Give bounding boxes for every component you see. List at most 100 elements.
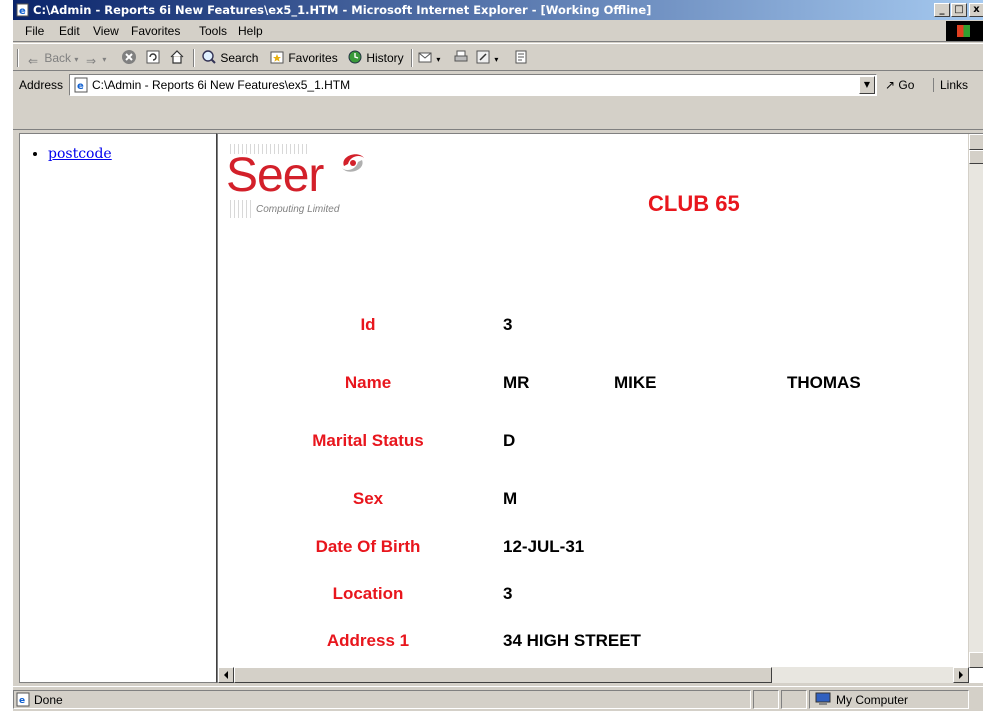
browser-window: e C:\Admin - Reports 6i New Features\ex5… (12, 0, 983, 711)
field-value-first-name: MIKE (614, 373, 657, 392)
forward-arrow-icon: ⇒ (85, 54, 97, 68)
links-button[interactable]: Links (933, 78, 968, 92)
field-label-id: Id (360, 315, 376, 334)
field-label-name: Name (344, 373, 392, 392)
vertical-scroll-thumb[interactable] (969, 150, 983, 164)
stop-icon (122, 50, 136, 64)
maximize-button[interactable]: □ (951, 3, 967, 17)
ie-page-icon: e (74, 77, 88, 93)
refresh-button[interactable] (145, 49, 161, 67)
window-title: C:\Admin - Reports 6i New Features\ex5_1… (33, 3, 652, 17)
history-button[interactable]: History (347, 49, 404, 67)
field-value-sex: M (503, 489, 518, 508)
report-title: CLUB 65 (648, 191, 740, 216)
forward-dropdown-icon[interactable]: ▾ (102, 55, 106, 64)
toolbar-separator (193, 49, 195, 67)
security-zone-pane: My Computer (809, 690, 969, 709)
toolbar-grip (17, 49, 19, 67)
field-label-date-of-birth: Date Of Birth (315, 537, 421, 556)
address-field[interactable]: e C:\Admin - Reports 6i New Features\ex5… (69, 74, 877, 96)
back-dropdown-icon[interactable]: ▾ (74, 55, 78, 64)
logo-decoration (230, 200, 252, 218)
status-text: Done (34, 693, 63, 707)
field-value-date-of-birth: 12-JUL-31 (503, 537, 585, 556)
seer-logo: Seer Computing Limited (226, 144, 386, 224)
windows-logo-icon (946, 21, 983, 41)
favorites-label: Favorites (288, 51, 338, 65)
link-list: postcode (20, 146, 216, 162)
favorites-button[interactable]: Favorites (269, 49, 338, 67)
minimize-button[interactable]: _ (934, 3, 950, 17)
horizontal-scroll-thumb[interactable] (234, 667, 772, 683)
edit-page-icon (476, 50, 490, 64)
scroll-down-button[interactable] (969, 652, 983, 668)
field-label-marital-status: Marital Status (312, 431, 424, 450)
menu-help[interactable]: Help (238, 24, 263, 38)
logo-swirl-icon (342, 154, 364, 172)
navigation-frame: postcode (19, 133, 217, 683)
search-label: Search (220, 51, 259, 65)
status-pane (753, 690, 779, 709)
back-button[interactable]: ⇐ Back ▾ (25, 49, 78, 68)
horizontal-scrollbar[interactable] (218, 667, 969, 683)
menu-view[interactable]: View (93, 24, 119, 38)
discuss-icon (515, 50, 527, 64)
toolbar-separator (411, 49, 413, 67)
address-input[interactable]: C:\Admin - Reports 6i New Features\ex5_1… (92, 78, 350, 92)
mail-dropdown-icon[interactable]: ▾ (436, 55, 440, 64)
postcode-link[interactable]: postcode (48, 146, 112, 162)
svg-text:e: e (19, 6, 26, 17)
menu-edit[interactable]: Edit (59, 24, 80, 38)
edit-button[interactable]: ▾ (475, 49, 498, 67)
title-bar[interactable]: e C:\Admin - Reports 6i New Features\ex5… (13, 0, 983, 20)
mail-icon (418, 52, 432, 63)
vertical-scrollbar[interactable] (968, 134, 983, 668)
discuss-button[interactable] (513, 49, 529, 67)
home-button[interactable] (169, 49, 185, 67)
menu-favorites[interactable]: Favorites (131, 24, 180, 38)
print-icon (454, 50, 468, 62)
print-button[interactable] (453, 49, 469, 67)
security-zone-label: My Computer (836, 693, 909, 707)
back-label: Back (44, 51, 72, 65)
ie-page-icon: e (16, 692, 30, 707)
field-label-address-1: Address 1 (326, 631, 410, 650)
right-arrow-icon (959, 671, 963, 679)
field-value-marital-status: D (503, 431, 516, 450)
go-label: Go (898, 78, 915, 92)
standard-toolbar: ⇐ Back ▾ ⇒ ▾ Search Favorites History ▾ … (13, 43, 983, 71)
list-item: postcode (48, 146, 216, 162)
field-value-address-1: 34 HIGH STREET (503, 631, 641, 650)
address-dropdown-icon[interactable]: ▼ (859, 76, 875, 94)
scroll-left-button[interactable] (218, 667, 234, 683)
report-frame: Seer Computing Limited CLUB 65 Id 3 Name… (217, 133, 983, 683)
left-arrow-icon (224, 671, 228, 679)
menu-file[interactable]: File (25, 24, 44, 38)
field-label-location: Location (332, 584, 404, 603)
scroll-right-button[interactable] (953, 667, 969, 683)
field-value-id: 3 (503, 315, 513, 334)
menu-tools[interactable]: Tools (199, 24, 227, 38)
logo-text: Seer (226, 149, 324, 202)
menu-bar: File Edit View Favorites Tools Help (13, 20, 983, 42)
computer-icon (815, 692, 831, 705)
edit-dropdown-icon[interactable]: ▾ (494, 55, 498, 64)
close-button[interactable]: x (969, 3, 983, 17)
home-icon (170, 50, 184, 64)
logo-subtitle: Computing Limited (256, 204, 340, 215)
history-label: History (366, 51, 404, 65)
search-button[interactable]: Search (201, 49, 258, 67)
forward-button[interactable]: ⇒ ▾ (83, 49, 106, 68)
field-value-title: MR (503, 373, 530, 392)
stop-button[interactable] (121, 49, 137, 67)
refresh-icon (146, 50, 160, 64)
go-button[interactable]: ↗ Go (885, 78, 914, 92)
back-arrow-icon: ⇐ (27, 54, 39, 68)
scroll-up-button[interactable] (969, 134, 983, 150)
search-icon (202, 50, 216, 64)
status-bar: e Done My Computer (13, 686, 983, 711)
status-main-pane: e Done (13, 690, 751, 709)
svg-text:e: e (77, 81, 84, 92)
content-area: postcode Seer Computing Limited CLUB 65 … (13, 129, 983, 685)
mail-button[interactable]: ▾ (417, 49, 440, 67)
